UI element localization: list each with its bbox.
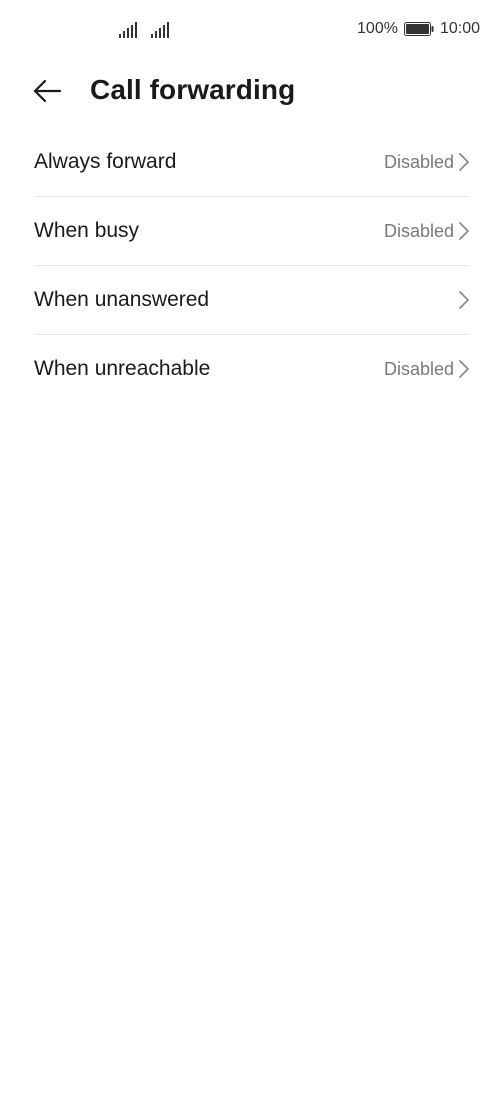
item-right: Disabled [384,359,470,380]
item-right [454,290,470,310]
item-value: Disabled [383,358,454,379]
chevron-right-icon [459,153,469,171]
chevron-right-icon [459,291,469,309]
battery-percent: 100% [357,20,398,37]
item-label: When busy [34,219,140,242]
header: Call forwarding [0,64,504,120]
chevron-right-icon [459,360,469,378]
list-item-always-forward[interactable]: Always forward Disabled [34,128,470,197]
back-button[interactable] [30,76,64,106]
item-label: Always forward [34,150,177,173]
list-item-when-unreachable[interactable]: When unreachable Disabled [34,335,470,403]
status-right: 100% 10:00 [357,20,480,38]
item-value: Disabled [383,220,454,241]
arrow-left-icon [33,79,61,103]
item-label: When unreachable [34,357,211,380]
list-item-when-busy[interactable]: When busy Disabled [34,197,470,266]
item-value: Disabled [383,151,454,172]
signal-bars-icon [151,22,169,38]
forwarding-options-list: Always forward Disabled When busy Disabl… [34,128,470,403]
clock: 10:00 [439,20,480,37]
item-right: Disabled [384,221,470,242]
signal-bars-icon [119,22,137,38]
item-label: When unanswered [34,288,210,311]
signal-group [118,22,170,38]
chevron-right-icon [459,222,469,240]
battery-full-icon [403,22,434,36]
item-right: Disabled [384,152,470,173]
status-bar: 100% 10:00 [0,0,504,64]
list-item-when-unanswered[interactable]: When unanswered [34,266,470,335]
page-title: Call forwarding [90,74,296,105]
